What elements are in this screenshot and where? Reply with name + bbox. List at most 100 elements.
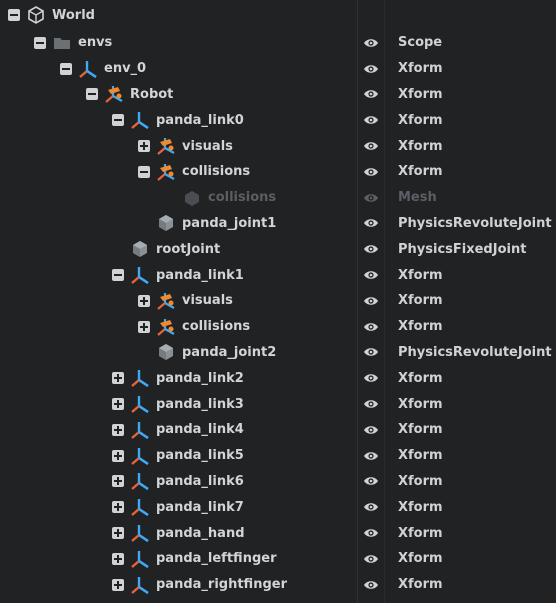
collapse-toggle-icon[interactable] xyxy=(138,165,150,178)
tree-row-type: Xform xyxy=(398,319,443,335)
expand-toggle-icon[interactable] xyxy=(138,140,150,153)
tree-row-label: panda_link1 xyxy=(156,267,244,283)
expand-toggle-icon[interactable] xyxy=(112,449,124,462)
tree-row-type: Xform xyxy=(398,164,443,180)
tree-row-label: rootJoint xyxy=(156,241,221,257)
tree-row-type: Xform xyxy=(398,551,443,567)
visibility-eye-icon[interactable] xyxy=(358,314,384,340)
robot-icon xyxy=(156,162,176,182)
stage-tree-panel: World envs Scope env_0 Xform Robot Xform panda_… xyxy=(0,0,556,603)
visibility-eye-icon[interactable] xyxy=(358,107,384,133)
stage-tree: World envs Scope env_0 Xform Robot Xform panda_… xyxy=(0,0,556,598)
toggle-spacer xyxy=(112,243,124,255)
tree-row[interactable]: panda_link6 Xform xyxy=(0,469,556,495)
tree-row-name-cell: collisions xyxy=(0,185,521,211)
tree-row[interactable]: panda_link3 Xform xyxy=(0,391,556,417)
visibility-eye-icon[interactable] xyxy=(358,469,384,495)
xform-icon xyxy=(78,59,98,79)
tree-row[interactable]: panda_link2 Xform xyxy=(0,365,556,391)
tree-row-label: panda_link2 xyxy=(156,370,244,386)
expand-toggle-icon[interactable] xyxy=(138,320,150,333)
xform-icon xyxy=(130,575,150,595)
tree-row-type: PhysicsFixedJoint xyxy=(398,241,527,257)
visibility-eye-icon[interactable] xyxy=(358,236,384,262)
tree-row[interactable]: env_0 Xform xyxy=(0,56,556,82)
visibility-eye-icon[interactable] xyxy=(358,546,384,572)
tree-row[interactable]: collisions Mesh xyxy=(0,185,556,211)
collapse-toggle-icon[interactable] xyxy=(60,62,72,75)
tree-row-label: panda_hand xyxy=(156,525,245,541)
expand-toggle-icon[interactable] xyxy=(112,372,124,385)
tree-row[interactable]: panda_leftfinger Xform xyxy=(0,546,556,572)
visibility-eye-icon[interactable] xyxy=(358,494,384,520)
collapse-toggle-icon[interactable] xyxy=(86,88,98,101)
tree-row[interactable]: panda_joint2 PhysicsRevoluteJoint xyxy=(0,340,556,366)
visibility-eye-icon[interactable] xyxy=(358,391,384,417)
tree-row-label: envs xyxy=(78,35,113,51)
tree-row[interactable]: visuals Xform xyxy=(0,133,556,159)
tree-row[interactable]: panda_link1 Xform xyxy=(0,262,556,288)
robot-icon xyxy=(156,136,176,156)
expand-toggle-icon[interactable] xyxy=(112,527,124,540)
folder-icon xyxy=(52,33,72,53)
visibility-eye-icon[interactable] xyxy=(358,185,384,211)
collapse-toggle-icon[interactable] xyxy=(8,9,20,21)
collapse-toggle-icon[interactable] xyxy=(112,269,124,282)
tree-row[interactable]: Robot Xform xyxy=(0,82,556,108)
tree-row[interactable]: panda_link4 Xform xyxy=(0,417,556,443)
expand-toggle-icon[interactable] xyxy=(112,475,124,488)
tree-row[interactable]: panda_link7 Xform xyxy=(0,494,556,520)
tree-row[interactable]: panda_link0 Xform xyxy=(0,107,556,133)
collapse-toggle-icon[interactable] xyxy=(34,36,46,49)
tree-row[interactable]: envs Scope xyxy=(0,30,556,56)
expand-toggle-icon[interactable] xyxy=(112,398,124,411)
visibility-eye-icon[interactable] xyxy=(358,288,384,314)
expand-toggle-icon[interactable] xyxy=(112,501,124,514)
tree-row[interactable]: panda_hand Xform xyxy=(0,520,556,546)
tree-row[interactable]: panda_link5 Xform xyxy=(0,443,556,469)
tree-row-label: panda_link7 xyxy=(156,499,244,515)
expand-toggle-icon[interactable] xyxy=(138,294,150,307)
tree-row-type: Scope xyxy=(398,35,443,51)
tree-row[interactable]: World xyxy=(0,0,556,30)
visibility-eye-icon[interactable] xyxy=(358,211,384,237)
robot-icon xyxy=(104,84,124,104)
visibility-eye-icon[interactable] xyxy=(358,572,384,598)
tree-row-label: collisions xyxy=(208,190,277,206)
tree-row[interactable]: collisions Xform xyxy=(0,314,556,340)
visibility-eye-icon[interactable] xyxy=(358,417,384,443)
visibility-eye-icon[interactable] xyxy=(358,443,384,469)
tree-row[interactable]: collisions Xform xyxy=(0,159,556,185)
visibility-eye-icon[interactable] xyxy=(358,133,384,159)
xform-icon xyxy=(130,549,150,569)
tree-row-name-cell: envs xyxy=(0,30,391,56)
expand-toggle-icon[interactable] xyxy=(112,552,124,565)
tree-row[interactable]: panda_rightfinger Xform xyxy=(0,572,556,598)
visibility-eye-icon[interactable] xyxy=(358,159,384,185)
xform-icon xyxy=(130,523,150,543)
tree-row[interactable]: rootJoint PhysicsFixedJoint xyxy=(0,236,556,262)
visibility-eye-icon[interactable] xyxy=(358,30,384,56)
xform-icon xyxy=(130,265,150,285)
tree-row[interactable]: panda_joint1 PhysicsRevoluteJoint xyxy=(0,211,556,237)
tree-row-name-cell: env_0 xyxy=(0,56,417,82)
visibility-eye-icon[interactable] xyxy=(358,340,384,366)
expand-toggle-icon[interactable] xyxy=(112,423,124,436)
tree-row[interactable]: visuals Xform xyxy=(0,288,556,314)
visibility-eye-icon[interactable] xyxy=(358,520,384,546)
visibility-eye-icon[interactable] xyxy=(358,82,384,108)
tree-row-label: panda_joint2 xyxy=(182,344,277,360)
tree-row-label: panda_rightfinger xyxy=(156,577,287,593)
visibility-eye-icon[interactable] xyxy=(358,365,384,391)
tree-row-type: Xform xyxy=(398,577,443,593)
visibility-eye-icon[interactable] xyxy=(358,56,384,82)
joint-icon xyxy=(130,239,150,259)
visibility-eye-icon[interactable] xyxy=(358,262,384,288)
collapse-toggle-icon[interactable] xyxy=(112,114,124,127)
tree-row-label: collisions xyxy=(182,164,251,180)
tree-row-type: Xform xyxy=(398,86,443,102)
xform-icon xyxy=(130,394,150,414)
expand-toggle-icon[interactable] xyxy=(112,578,124,591)
tree-row-type: Mesh xyxy=(398,190,437,206)
tree-row-type: Xform xyxy=(398,422,443,438)
